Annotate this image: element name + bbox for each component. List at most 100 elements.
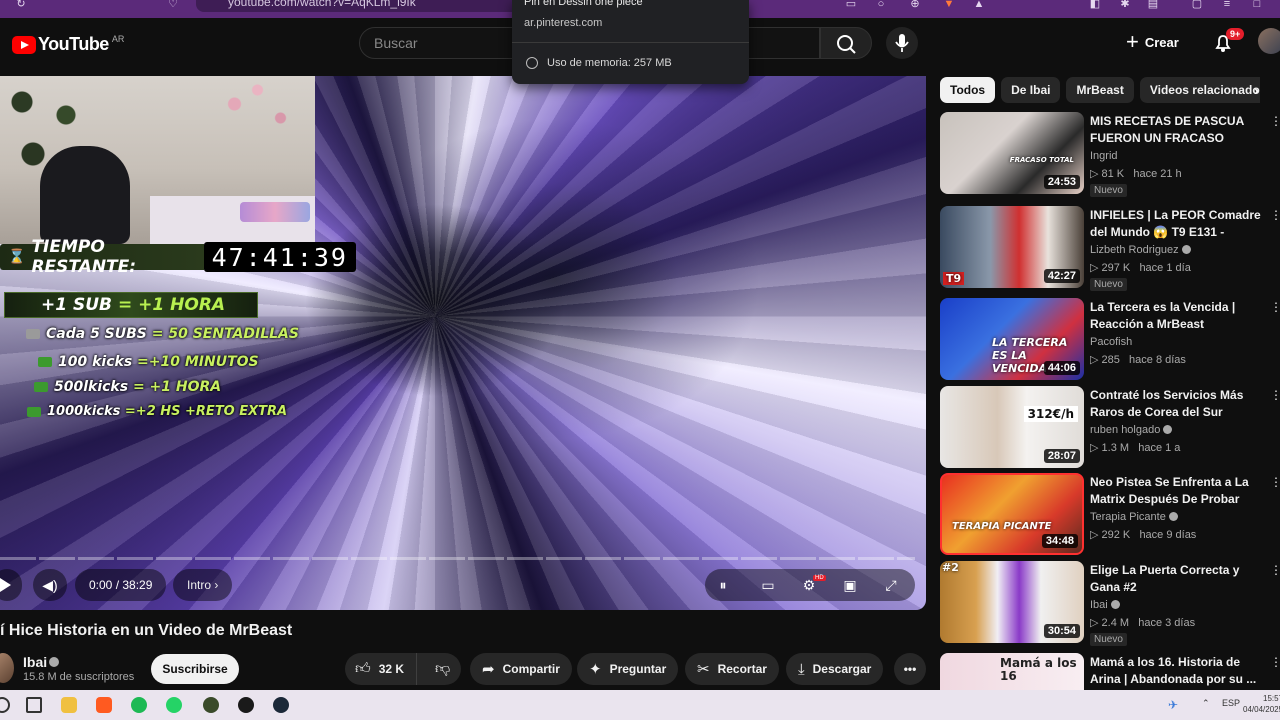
video-duration: 24:53: [1043, 175, 1080, 189]
network-tray-icon[interactable]: ✈: [1168, 698, 1178, 712]
task-view-icon[interactable]: [26, 697, 42, 713]
like-button[interactable]: 👍︎ 32 K: [345, 653, 417, 685]
more-vertical-icon[interactable]: ⋮: [1270, 388, 1280, 402]
recommendation-channel[interactable]: Ingrid: [1090, 150, 1118, 162]
recommendation-meta: ▷ 1.3 M hace 1 a: [1090, 442, 1181, 454]
chevron-right-icon[interactable]: ›: [1254, 82, 1259, 98]
fullscreen-icon[interactable]: ⤢: [883, 577, 899, 593]
recommendation-item[interactable]: 312€/h 28:07 Contraté los Servicios Más …: [940, 386, 1280, 468]
recommendation-title[interactable]: La Tercera es la Vencida | Reacción a Mr…: [1090, 299, 1262, 333]
more-vertical-icon[interactable]: ⋮: [1270, 475, 1280, 489]
chip-mrbeast[interactable]: MrBeast: [1066, 77, 1134, 103]
channel-text: Lizbeth Rodriguez: [1090, 244, 1179, 256]
more-vertical-icon[interactable]: ⋮: [1270, 300, 1280, 314]
recommendation-item[interactable]: T9 42:27 INFIELES | La PEOR Comadre del …: [940, 206, 1280, 291]
ask-button[interactable]: ✦ Preguntar: [577, 653, 679, 685]
recommendation-channel[interactable]: Ibai: [1090, 599, 1120, 611]
autoplay-toggle[interactable]: ⏸: [715, 577, 731, 593]
subathon-rules: +1 SUB = +1 HORA: [4, 292, 264, 318]
mute-button[interactable]: ◀): [33, 569, 67, 601]
recommendation-title[interactable]: INFIELES | La PEOR Comadre del Mundo 😱 T…: [1090, 207, 1262, 241]
video-thumbnail[interactable]: FRACASO TOTAL 24:53: [940, 112, 1084, 194]
video-thumbnail[interactable]: 312€/h 28:07: [940, 386, 1084, 468]
youtube-logo[interactable]: YouTube AR: [12, 34, 124, 55]
zoom-icon[interactable]: ⊕: [908, 0, 922, 10]
brave-shield-icon[interactable]: ▼: [942, 0, 956, 10]
chevron-up-icon[interactable]: ⌃: [1202, 698, 1210, 709]
spotify-icon[interactable]: [131, 697, 147, 713]
puzzle-icon[interactable]: ✱: [1118, 0, 1132, 10]
search-icon[interactable]: ○: [874, 0, 888, 10]
channel-avatar[interactable]: [0, 653, 14, 683]
theater-mode-icon[interactable]: ▣: [842, 577, 858, 593]
video-player[interactable]: [0, 76, 926, 610]
thumbnail-text: Mamá a los 16: [1000, 656, 1077, 683]
recommendation-item[interactable]: #2 30:54 Elige La Puerta Correcta y Gana…: [940, 561, 1280, 646]
recommendation-channel[interactable]: Terapia Picante: [1090, 511, 1178, 523]
app-icon[interactable]: [238, 697, 254, 713]
chip-de-ibai[interactable]: De Ibai: [1001, 77, 1061, 103]
hourglass-icon: ⌛: [8, 249, 26, 265]
rule-head-b: = +1 HORA: [118, 295, 226, 315]
video-thumbnail[interactable]: T9 42:27: [940, 206, 1084, 288]
more-vertical-icon[interactable]: ⋮: [1270, 655, 1280, 669]
cast-icon[interactable]: ▭: [844, 0, 858, 10]
brave-browser-icon[interactable]: [96, 697, 112, 713]
video-duration: 30:54: [1043, 624, 1080, 638]
steam-icon[interactable]: [273, 697, 289, 713]
chapter-button[interactable]: Intro ›: [173, 569, 233, 601]
more-actions-button[interactable]: •••: [894, 653, 926, 685]
share-button[interactable]: ➦ Compartir: [470, 653, 572, 685]
window-icon[interactable]: □: [1250, 0, 1264, 10]
sidebar-icon[interactable]: ▤: [1146, 0, 1160, 10]
language-indicator[interactable]: ESP: [1222, 698, 1240, 708]
rewards-icon[interactable]: ▲: [972, 0, 986, 10]
recommendation-title[interactable]: Mamá a los 16. Historia de Arina | Aband…: [1090, 654, 1262, 688]
wallet-icon[interactable]: ▢: [1190, 0, 1204, 10]
bookmark-icon[interactable]: ♡: [166, 0, 180, 10]
reload-icon[interactable]: ↻: [14, 0, 28, 10]
system-clock[interactable]: 15:57 04/04/2025: [1243, 693, 1280, 715]
recommendation-item[interactable]: Mamá a los 16 Mamá a los 16. Historia de…: [940, 653, 1280, 690]
recommendation-title[interactable]: Elige La Puerta Correcta y Gana #2: [1090, 562, 1262, 596]
recommendation-channel[interactable]: Lizbeth Rodriguez: [1090, 244, 1191, 256]
voice-search-button[interactable]: [886, 27, 918, 59]
extension-icon[interactable]: ◧: [1088, 0, 1102, 10]
more-vertical-icon[interactable]: ⋮: [1270, 563, 1280, 577]
rule-3b: = +1 HORA: [132, 379, 222, 395]
search-icon[interactable]: [0, 697, 10, 713]
dislike-button[interactable]: 👎︎: [425, 660, 450, 678]
create-button[interactable]: + Crear: [1126, 29, 1179, 54]
recommendation-channel[interactable]: Pacofish: [1090, 336, 1132, 348]
chip-all[interactable]: Todos: [940, 77, 996, 103]
recommendation-title[interactable]: Contraté los Servicios Más Raros de Core…: [1090, 387, 1262, 421]
channel-name[interactable]: Ibai: [23, 654, 47, 670]
app-icon[interactable]: [203, 697, 219, 713]
progress-bar[interactable]: [0, 557, 915, 560]
subscribe-button[interactable]: Suscribirse: [151, 654, 239, 684]
file-explorer-icon[interactable]: [61, 697, 77, 713]
recommendation-title[interactable]: MIS RECETAS DE PASCUA FUERON UN FRACASO: [1090, 113, 1262, 147]
recommendation-title[interactable]: Neo Pistea Se Enfrenta a La Matrix Despu…: [1090, 474, 1262, 508]
subtitles-icon[interactable]: ▭: [760, 577, 776, 593]
more-vertical-icon[interactable]: ⋮: [1270, 114, 1280, 128]
recommendation-item[interactable]: FRACASO TOTAL 24:53 MIS RECETAS DE PASCU…: [940, 112, 1280, 197]
video-thumbnail[interactable]: #2 30:54: [940, 561, 1084, 643]
whatsapp-icon[interactable]: [166, 697, 182, 713]
clip-button[interactable]: ✂ Recortar: [685, 653, 779, 685]
recommendation-item[interactable]: LA TERCERA ES LA VENCIDA 44:06 La Tercer…: [940, 298, 1280, 380]
more-vertical-icon[interactable]: ⋮: [1270, 208, 1280, 222]
video-thumbnail[interactable]: Mamá a los 16: [940, 653, 1084, 690]
chip-related[interactable]: Videos relacionados: [1139, 77, 1260, 103]
recommendation-channel[interactable]: ruben holgado: [1090, 424, 1173, 436]
recommendation-item[interactable]: TERAPIA PICANTE 34:48 Neo Pistea Se Enfr…: [940, 473, 1280, 555]
menu-icon[interactable]: ≡: [1220, 0, 1234, 10]
download-button[interactable]: ⤓ Descargar: [786, 653, 884, 685]
verified-icon: [49, 657, 59, 667]
rule-head: +1 SUB = +1 HORA: [4, 292, 258, 318]
search-button[interactable]: [820, 27, 872, 59]
tab-hover-card: Pin en Dessin one piece ar.pinterest.com…: [512, 0, 749, 84]
video-thumbnail[interactable]: TERAPIA PICANTE 34:48: [940, 473, 1084, 555]
account-avatar[interactable]: [1258, 28, 1280, 54]
video-thumbnail[interactable]: LA TERCERA ES LA VENCIDA 44:06: [940, 298, 1084, 380]
